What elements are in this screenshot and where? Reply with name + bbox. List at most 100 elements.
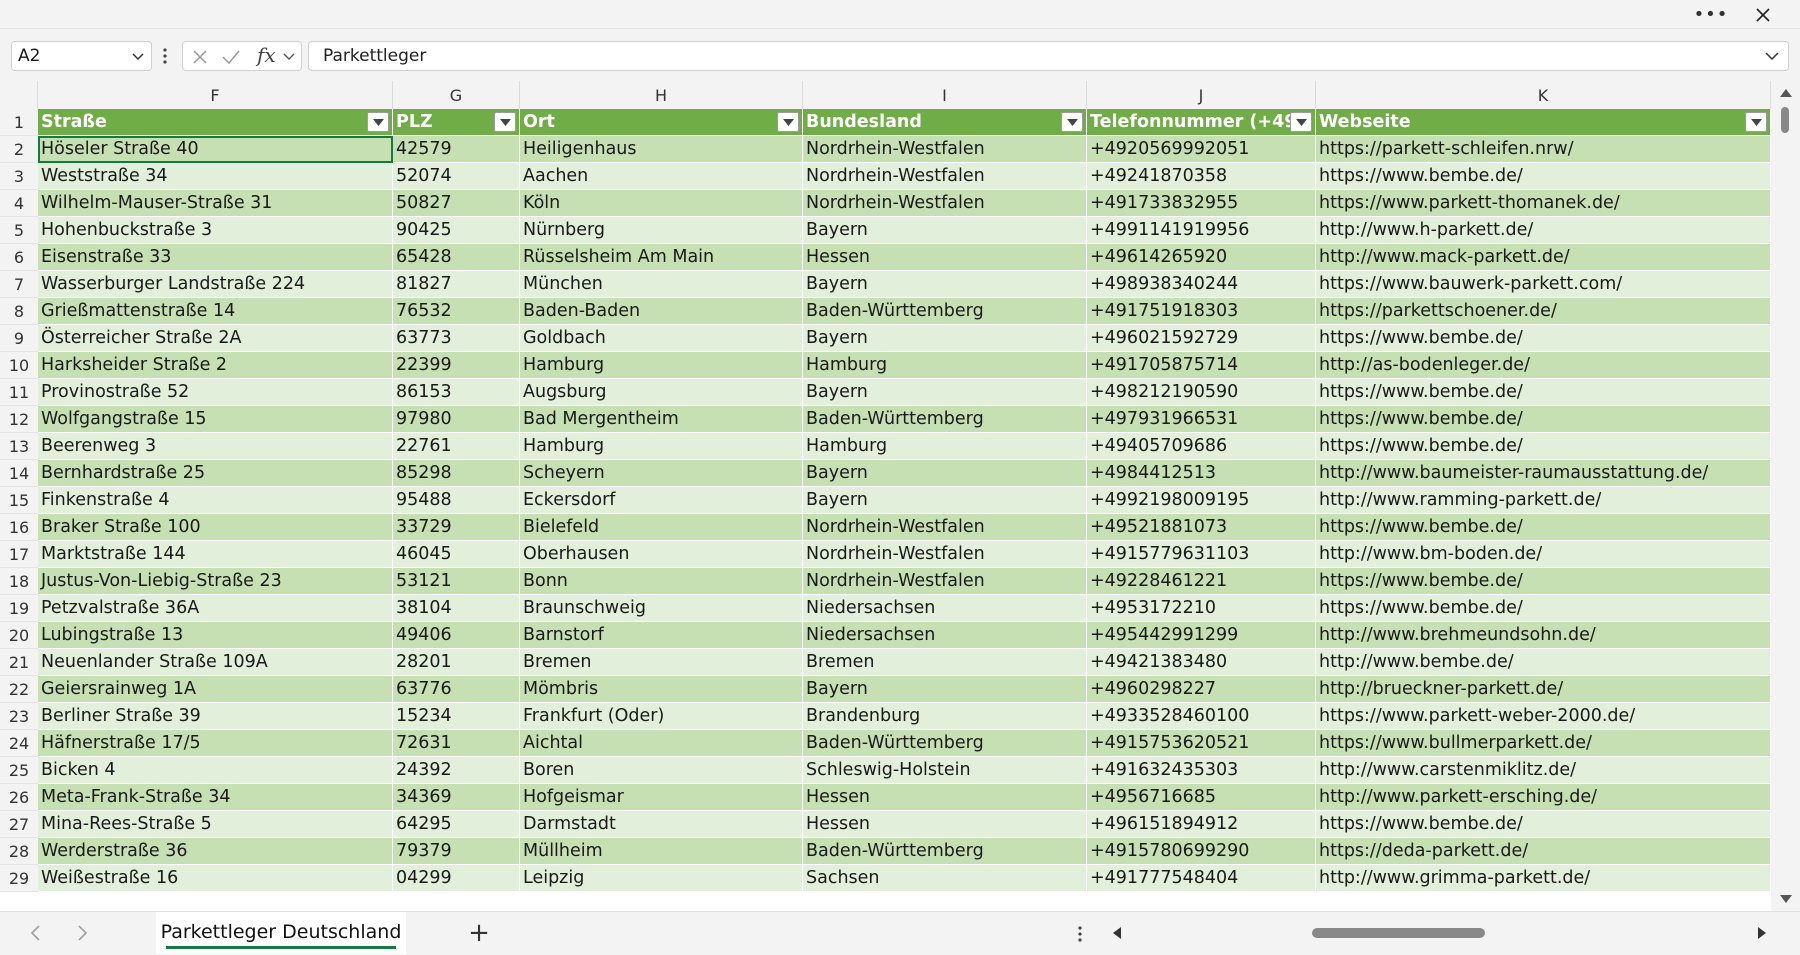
cell-plz[interactable]: 22761 [393,433,520,460]
cell-webseite[interactable]: http://www.mack-parkett.de/ [1316,244,1771,271]
cell-ort[interactable]: Scheyern [520,460,803,487]
cell-telefon[interactable]: +491777548404 [1087,865,1316,892]
cell-bundesland[interactable]: Nordrhein-Westfalen [803,568,1087,595]
cell-webseite[interactable]: http://as-bodenleger.de/ [1316,352,1771,379]
chevron-down-icon[interactable] [131,49,145,63]
column-header-h[interactable]: H [520,81,803,109]
cell-ort[interactable]: Bad Mergentheim [520,406,803,433]
cell-webseite[interactable]: https://www.bullmerparkett.de/ [1316,730,1771,757]
cell-telefon[interactable]: +49521881073 [1087,514,1316,541]
cell-ort[interactable]: Müllheim [520,838,803,865]
row-number[interactable]: 12 [0,406,38,433]
cell-plz[interactable]: 38104 [393,595,520,622]
cell-webseite[interactable]: http://www.parkett-ersching.de/ [1316,784,1771,811]
cell-webseite[interactable]: https://deda-parkett.de/ [1316,838,1771,865]
cell-strasse[interactable]: Weststraße 34 [38,163,393,190]
cell-telefon[interactable]: +49228461221 [1087,568,1316,595]
cell-webseite[interactable]: https://www.bembe.de/ [1316,163,1771,190]
cell-ort[interactable]: Aachen [520,163,803,190]
cell-strasse[interactable]: Eisenstraße 33 [38,244,393,271]
cell-ort[interactable]: Eckersdorf [520,487,803,514]
cell-bundesland[interactable]: Nordrhein-Westfalen [803,190,1087,217]
cell-ort[interactable]: Heiligenhaus [520,136,803,163]
row-number[interactable]: 6 [0,244,38,271]
cell-ort[interactable]: Baden-Baden [520,298,803,325]
cell-ort[interactable]: Barnstorf [520,622,803,649]
scroll-up-icon[interactable] [1779,87,1793,99]
cell-telefon[interactable]: +4992198009195 [1087,487,1316,514]
cell-strasse[interactable]: Braker Straße 100 [38,514,393,541]
scroll-left-icon[interactable] [1111,926,1123,940]
cell-webseite[interactable]: http://www.bm-boden.de/ [1316,541,1771,568]
cell-webseite[interactable]: https://parkettschoener.de/ [1316,298,1771,325]
cell-telefon[interactable]: +491632435303 [1087,757,1316,784]
row-number[interactable]: 13 [0,433,38,460]
spreadsheet-grid[interactable]: FGHIJK 1 Straße PLZ Ort Bundesland Telefonnum… [0,81,1800,911]
cell-webseite[interactable]: https://www.bembe.de/ [1316,406,1771,433]
cell-telefon[interactable]: +496021592729 [1087,325,1316,352]
previous-sheet-icon[interactable] [28,924,44,942]
vertical-scrollbar[interactable] [1771,81,1800,911]
cell-bundesland[interactable]: Baden-Württemberg [803,406,1087,433]
cell-ort[interactable]: Hamburg [520,433,803,460]
row-number[interactable]: 17 [0,541,38,568]
cell-plz[interactable]: 22399 [393,352,520,379]
cell-ort[interactable]: Köln [520,190,803,217]
enter-check-icon[interactable] [221,48,241,66]
cell-telefon[interactable]: +4915779631103 [1087,541,1316,568]
cell-telefon[interactable]: +497931966531 [1087,406,1316,433]
cell-strasse[interactable]: Lubingstraße 13 [38,622,393,649]
scroll-right-icon[interactable] [1756,926,1768,940]
cell-ort[interactable]: Boren [520,757,803,784]
cell-webseite[interactable]: https://www.parkett-weber-2000.de/ [1316,703,1771,730]
cell-telefon[interactable]: +4984412513 [1087,460,1316,487]
cell-bundesland[interactable]: Bayern [803,676,1087,703]
cell-ort[interactable]: Mömbris [520,676,803,703]
cell-bundesland[interactable]: Nordrhein-Westfalen [803,541,1087,568]
row-number[interactable]: 22 [0,676,38,703]
row-number[interactable]: 2 [0,136,38,163]
cell-strasse[interactable]: Mina-Rees-Straße 5 [38,811,393,838]
cell-bundesland[interactable]: Hamburg [803,352,1087,379]
cell-strasse[interactable]: Petzvalstraße 36A [38,595,393,622]
cell-ort[interactable]: Bielefeld [520,514,803,541]
column-header-j[interactable]: J [1087,81,1316,109]
header-cell-strasse[interactable]: Straße [38,109,393,136]
cell-bundesland[interactable]: Nordrhein-Westfalen [803,136,1087,163]
cell-bundesland[interactable]: Niedersachsen [803,622,1087,649]
cell-plz[interactable]: 63773 [393,325,520,352]
horizontal-scroll-thumb[interactable] [1312,928,1485,938]
cell-plz[interactable]: 63776 [393,676,520,703]
column-header-i[interactable]: I [803,81,1087,109]
expand-formula-icon[interactable] [1764,49,1780,63]
next-sheet-icon[interactable] [74,924,90,942]
cell-webseite[interactable]: http://brueckner-parkett.de/ [1316,676,1771,703]
cell-webseite[interactable]: https://parkett-schleifen.nrw/ [1316,136,1771,163]
cancel-icon[interactable] [191,48,209,66]
cell-strasse[interactable]: Justus-Von-Liebig-Straße 23 [38,568,393,595]
formula-input[interactable]: Parkettleger [308,41,1789,71]
cell-bundesland[interactable]: Niedersachsen [803,595,1087,622]
cell-telefon[interactable]: +4960298227 [1087,676,1316,703]
cell-strasse[interactable]: Höseler Straße 40 [38,136,393,163]
row-number[interactable]: 20 [0,622,38,649]
filter-dropdown-button[interactable] [1745,112,1767,132]
cell-strasse[interactable]: Beerenweg 3 [38,433,393,460]
cell-bundesland[interactable]: Bayern [803,271,1087,298]
cell-bundesland[interactable]: Sachsen [803,865,1087,892]
cell-webseite[interactable]: http://www.h-parkett.de/ [1316,217,1771,244]
cell-strasse[interactable]: Österreicher Straße 2A [38,325,393,352]
insert-function-button[interactable]: fx [257,43,276,67]
cell-telefon[interactable]: +4915780699290 [1087,838,1316,865]
cell-strasse[interactable]: Finkenstraße 4 [38,487,393,514]
cell-bundesland[interactable]: Brandenburg [803,703,1087,730]
row-number[interactable]: 11 [0,379,38,406]
cell-ort[interactable]: Rüsselsheim Am Main [520,244,803,271]
cell-ort[interactable]: Braunschweig [520,595,803,622]
cell-plz[interactable]: 79379 [393,838,520,865]
cell-strasse[interactable]: Neuenlander Straße 109A [38,649,393,676]
row-number[interactable]: 28 [0,838,38,865]
cell-ort[interactable]: Hamburg [520,352,803,379]
cell-plz[interactable]: 65428 [393,244,520,271]
cell-ort[interactable]: Augsburg [520,379,803,406]
